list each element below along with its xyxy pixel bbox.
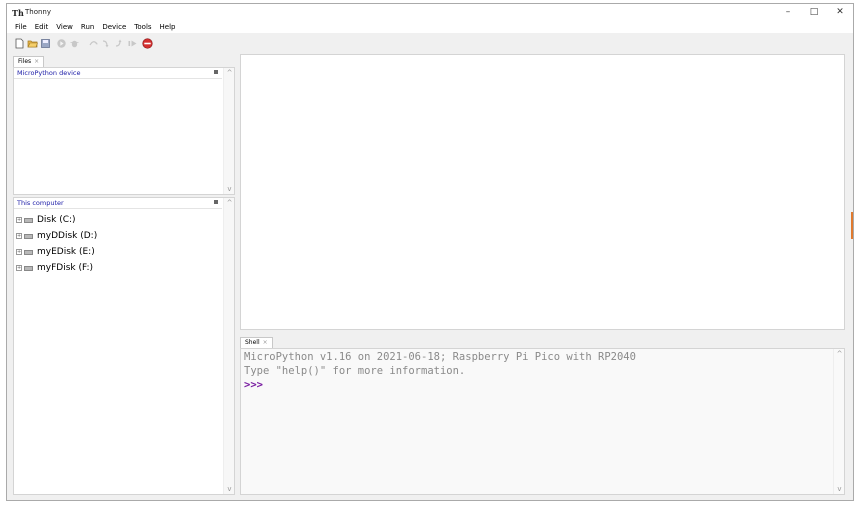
toolbar [7, 33, 853, 55]
step-over-icon[interactable] [88, 38, 99, 49]
drive-icon [24, 265, 33, 271]
scroll-down-icon[interactable]: v [224, 185, 235, 193]
computer-scrollbar[interactable]: ^ v [223, 198, 234, 494]
tab-close-icon[interactable]: × [34, 58, 39, 65]
editor-area[interactable] [240, 54, 845, 330]
shell-scrollbar[interactable]: ^ v [833, 349, 844, 494]
thonny-app-icon: Th [12, 8, 24, 18]
panel-menu-icon[interactable] [214, 70, 218, 74]
menu-bar: File Edit View Run Device Tools Help [7, 21, 853, 33]
menu-edit[interactable]: Edit [31, 21, 53, 33]
minimize-button[interactable]: – [775, 4, 801, 21]
menu-tools[interactable]: Tools [130, 21, 155, 33]
tab-shell[interactable]: Shell × [240, 337, 273, 348]
window-edge-marker [851, 212, 853, 239]
menu-file[interactable]: File [11, 21, 31, 33]
drive-icon [24, 217, 33, 223]
close-button[interactable]: ✕ [827, 4, 853, 21]
scroll-up-icon[interactable]: ^ [834, 350, 845, 358]
panel-menu-icon[interactable] [214, 200, 218, 204]
drive-item-c[interactable]: + Disk (C:) [16, 213, 76, 227]
stop-icon[interactable] [142, 38, 153, 49]
menu-view[interactable]: View [52, 21, 77, 33]
menu-run[interactable]: Run [77, 21, 98, 33]
menu-device[interactable]: Device [98, 21, 130, 33]
expand-icon[interactable]: + [16, 233, 22, 239]
micropython-device-panel: MicroPython device ^ v [13, 67, 235, 195]
drive-icon [24, 249, 33, 255]
scroll-up-icon[interactable]: ^ [224, 199, 235, 207]
drive-label: myFDisk (F:) [37, 263, 93, 273]
resume-icon[interactable] [127, 38, 138, 49]
title-bar: Th Thonny – □ ✕ [7, 4, 853, 21]
drive-item-e[interactable]: + myEDisk (E:) [16, 245, 95, 259]
shell-panel[interactable]: MicroPython v1.16 on 2021-06-18; Raspber… [240, 348, 845, 495]
expand-icon[interactable]: + [16, 217, 22, 223]
open-file-icon[interactable] [27, 38, 38, 49]
expand-icon[interactable]: + [16, 265, 22, 271]
menu-help[interactable]: Help [156, 21, 180, 33]
scroll-down-icon[interactable]: v [834, 485, 845, 493]
drive-item-d[interactable]: + myDDisk (D:) [16, 229, 97, 243]
drive-icon [24, 233, 33, 239]
drive-item-f[interactable]: + myFDisk (F:) [16, 261, 93, 275]
debug-icon[interactable] [69, 38, 80, 49]
this-computer-header: This computer [14, 198, 222, 209]
drive-label: myDDisk (D:) [37, 231, 98, 241]
step-out-icon[interactable] [114, 38, 125, 49]
tab-shell-label: Shell [245, 339, 260, 346]
scroll-down-icon[interactable]: v [224, 485, 235, 493]
window-title: Thonny [25, 8, 52, 16]
drive-label: Disk (C:) [37, 215, 76, 225]
tab-files-label: Files [18, 58, 32, 65]
scroll-up-icon[interactable]: ^ [224, 69, 235, 77]
run-icon[interactable] [56, 38, 67, 49]
this-computer-panel: This computer + Disk (C:) + myDDisk (D:)… [13, 197, 235, 495]
micropython-device-header: MicroPython device [14, 68, 222, 79]
shell-help-line: Type "help()" for more information. [244, 365, 466, 377]
tab-files[interactable]: Files × [13, 56, 45, 67]
step-into-icon[interactable] [101, 38, 112, 49]
new-file-icon[interactable] [14, 38, 25, 49]
tab-close-icon[interactable]: × [263, 339, 268, 346]
maximize-button[interactable]: □ [801, 4, 827, 21]
shell-prompt[interactable]: >>> [244, 379, 263, 391]
thonny-window: Th Thonny – □ ✕ File Edit View Run Devic… [6, 3, 854, 501]
save-icon[interactable] [40, 38, 51, 49]
drive-label: myEDisk (E:) [37, 247, 95, 257]
device-scrollbar[interactable]: ^ v [223, 68, 234, 194]
expand-icon[interactable]: + [16, 249, 22, 255]
shell-banner-line: MicroPython v1.16 on 2021-06-18; Raspber… [244, 351, 636, 363]
